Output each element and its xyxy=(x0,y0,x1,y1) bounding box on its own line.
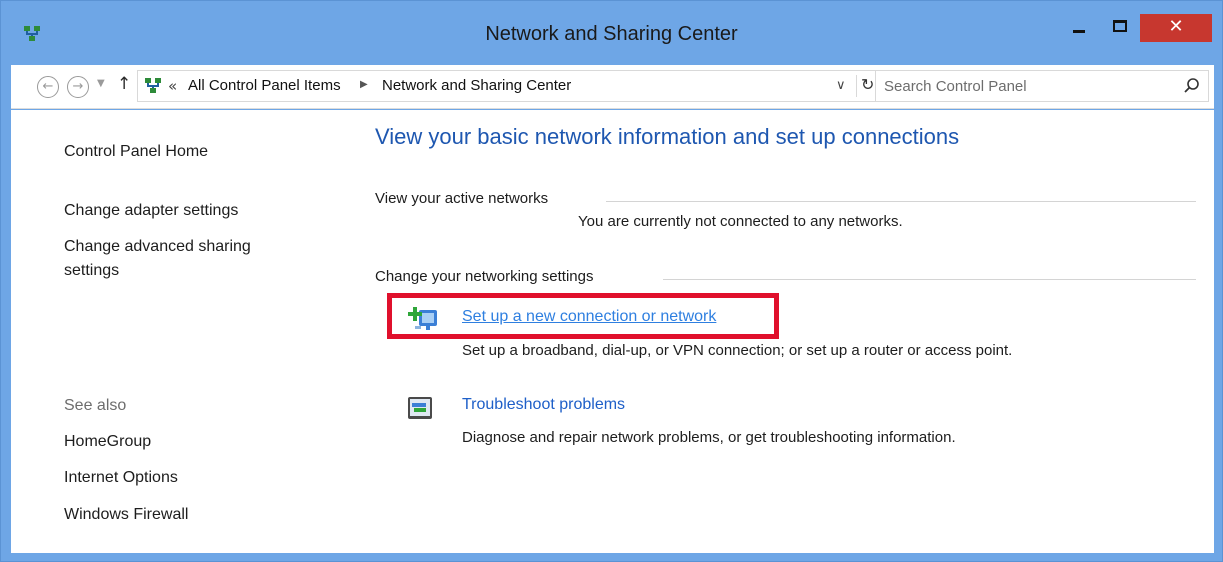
minimize-icon xyxy=(1073,30,1085,33)
highlight-rectangle xyxy=(387,293,779,339)
address-dropdown-button[interactable]: ∨ xyxy=(836,78,846,93)
breadcrumb-separator-icon[interactable]: ▶ xyxy=(360,79,368,90)
see-also-heading: See also xyxy=(64,397,127,414)
back-button[interactable]: ← xyxy=(37,76,59,98)
left-pane: Control Panel Home Change adapter settin… xyxy=(11,110,351,553)
title-bar[interactable]: Network and Sharing Center ✕ xyxy=(1,1,1222,65)
change-advanced-sharing-link[interactable]: Change advanced sharing settings xyxy=(64,235,251,283)
close-icon: ✕ xyxy=(1168,16,1184,37)
setup-new-connection-description: Set up a broadband, dial-up, or VPN conn… xyxy=(462,342,1013,359)
page-title: View your basic network information and … xyxy=(375,124,960,149)
refresh-icon: ↻ xyxy=(861,75,875,94)
active-networks-status: You are currently not connected to any n… xyxy=(578,213,903,230)
up-button[interactable]: ↑ xyxy=(117,74,131,94)
search-input[interactable] xyxy=(884,75,1164,97)
search-box[interactable] xyxy=(875,70,1209,102)
back-arrow-icon: ← xyxy=(42,79,54,94)
internet-options-link[interactable]: Internet Options xyxy=(64,466,178,490)
maximize-icon xyxy=(1113,20,1127,32)
networking-settings-heading: Change your networking settings xyxy=(375,268,594,285)
troubleshoot-problems-link[interactable]: Troubleshoot problems xyxy=(462,396,625,414)
change-advanced-sharing-line1: Change advanced sharing xyxy=(64,238,251,255)
maximize-button[interactable] xyxy=(1100,14,1140,42)
navigation-bar: ← → ▼ ↑ « All Control Panel Items ▶ Netw xyxy=(11,65,1214,109)
forward-arrow-icon: → xyxy=(72,79,84,94)
address-bar[interactable]: « All Control Panel Items ▶ Network and … xyxy=(137,70,877,102)
recent-locations-button[interactable]: ▼ xyxy=(97,78,105,89)
section-divider xyxy=(606,201,1196,202)
address-divider xyxy=(856,75,857,97)
chevron-down-icon: ▼ xyxy=(97,78,105,89)
section-divider xyxy=(663,279,1196,280)
forward-button[interactable]: → xyxy=(67,76,89,98)
control-panel-home-link[interactable]: Control Panel Home xyxy=(64,140,208,164)
homegroup-link[interactable]: HomeGroup xyxy=(64,430,151,454)
breadcrumb-network-and-sharing-center[interactable]: Network and Sharing Center xyxy=(382,77,571,94)
window: Network and Sharing Center ✕ ← → ▼ ↑ « A… xyxy=(0,0,1223,562)
change-advanced-sharing-line2: settings xyxy=(64,262,120,279)
minimize-button[interactable] xyxy=(1059,14,1099,42)
breadcrumb-overflow-button[interactable]: « xyxy=(168,77,177,95)
refresh-button[interactable]: ↻ xyxy=(861,75,874,94)
search-icon[interactable] xyxy=(1182,76,1202,96)
content-area: Control Panel Home Change adapter settin… xyxy=(11,110,1214,553)
change-adapter-settings-link[interactable]: Change adapter settings xyxy=(64,199,238,223)
active-networks-heading: View your active networks xyxy=(375,190,549,207)
breadcrumb-all-control-panel-items[interactable]: All Control Panel Items xyxy=(188,77,341,94)
windows-firewall-link[interactable]: Windows Firewall xyxy=(64,503,188,527)
close-button[interactable]: ✕ xyxy=(1140,14,1212,42)
troubleshoot-problems-description: Diagnose and repair network problems, or… xyxy=(462,429,956,446)
up-arrow-icon: ↑ xyxy=(117,74,132,94)
window-title: Network and Sharing Center xyxy=(485,23,738,45)
control-panel-icon xyxy=(145,78,161,93)
troubleshoot-icon[interactable] xyxy=(405,394,441,424)
